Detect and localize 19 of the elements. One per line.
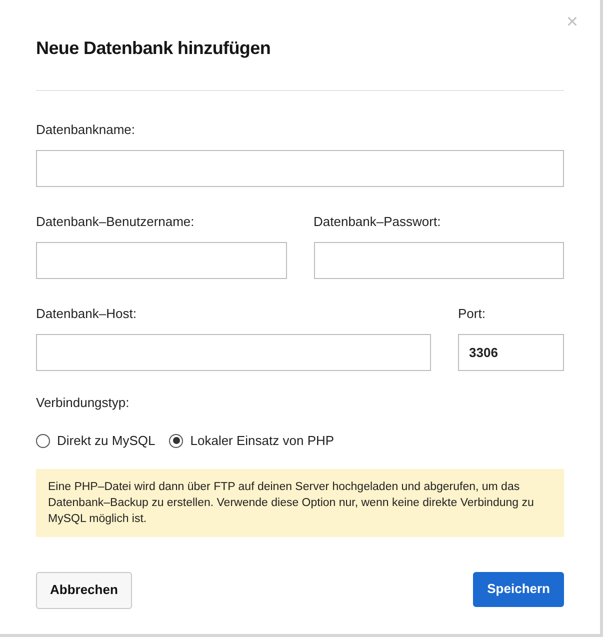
- field-label: Datenbank–Passwort:: [314, 214, 442, 230]
- field-label: Port:: [458, 306, 486, 322]
- input-field[interactable]: [36, 242, 286, 279]
- input-field[interactable]: [314, 242, 564, 279]
- radio-label: Direkt zu MySQL: [57, 432, 156, 450]
- cancel-button[interactable]: Abbrechen: [36, 572, 132, 608]
- radio-button[interactable]: [36, 434, 50, 448]
- save-button[interactable]: Speichern: [473, 572, 564, 606]
- radio-label: Lokaler Einsatz von PHP: [190, 432, 334, 450]
- input-field[interactable]: [36, 150, 564, 187]
- field-label: Datenbankname:: [36, 122, 136, 138]
- dialog-title: Neue Datenbank hinzufügen: [36, 37, 272, 60]
- radio-button[interactable]: [169, 434, 184, 448]
- input-field[interactable]: 3306: [458, 334, 564, 371]
- input-field[interactable]: [36, 334, 431, 371]
- field-label: Verbindungstyp:: [36, 395, 130, 411]
- field-label: Datenbank–Benutzername:: [36, 214, 196, 230]
- field-label: Datenbank–Host:: [36, 306, 138, 322]
- notice-box: Eine PHP–Datei wird dann über FTP auf deinen Server hochgeladen und abgerufen, um das Datenbank–Backup zu erstellen. Verwende diese Option nur, wenn keine direkte Verbindung zu MySQL möglich ist.: [36, 468, 564, 536]
